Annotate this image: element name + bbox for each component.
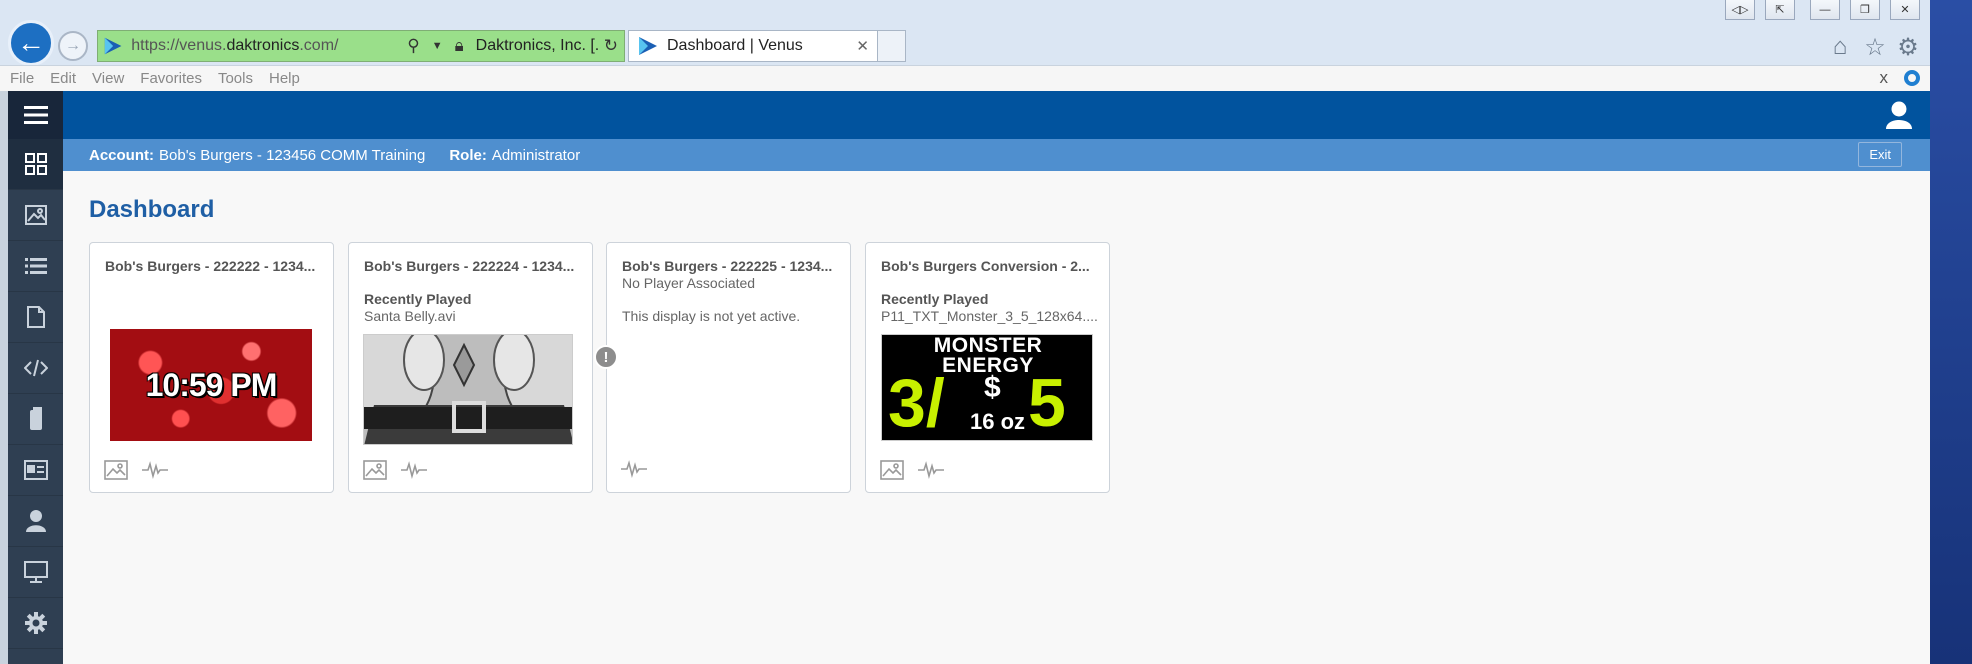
account-bar: Account: Bob's Burgers - 123456 COMM Tra… — [63, 139, 1930, 171]
forward-button[interactable]: → — [58, 31, 88, 61]
thumb-price-dollar: $ — [984, 371, 1001, 404]
display-thumbnail[interactable]: 10:59 PM — [110, 329, 312, 441]
compat-view-icon[interactable]: ◁▷ — [1725, 0, 1755, 20]
close-toolbar-icon[interactable]: x — [1880, 68, 1889, 88]
new-tab-button[interactable] — [878, 30, 906, 62]
window-edge — [0, 91, 8, 664]
recently-played-label: Recently Played — [364, 291, 472, 307]
inactive-message: This display is not yet active. — [622, 308, 801, 324]
menu-edit[interactable]: Edit — [50, 70, 76, 87]
phone-icon[interactable] — [8, 394, 63, 445]
tab-title: Dashboard | Venus — [667, 37, 803, 54]
sidebar — [8, 91, 63, 664]
card-title[interactable]: Bob's Burgers - 222222 - 1234... — [105, 258, 325, 274]
certificate-label[interactable]: Daktronics, Inc. [... — [476, 37, 598, 55]
send-icon[interactable]: ⇱ — [1765, 0, 1795, 20]
browser-window: ◁▷ ⇱ — ❐ ✕ ← → https://venus.daktronics.… — [0, 0, 1930, 664]
content-image-icon[interactable] — [880, 460, 904, 480]
home-icon[interactable]: ⌂ — [1827, 33, 1853, 60]
thumb-monster-text: MONSTER — [933, 334, 1043, 357]
site-logo-icon — [104, 37, 122, 55]
menu-tools[interactable]: Tools — [218, 70, 253, 87]
menu-help[interactable]: Help — [269, 70, 300, 87]
content-image-icon[interactable] — [363, 460, 387, 480]
thumb-price-right: 5 — [1028, 365, 1066, 441]
role-label: Role: — [449, 146, 487, 164]
lock-icon[interactable]: 🔒︎ — [455, 36, 464, 56]
display-card[interactable]: Bob's Burgers - 222224 - 1234... Recentl… — [348, 242, 593, 493]
favorites-star-icon[interactable]: ☆ — [1862, 34, 1888, 61]
code-icon[interactable] — [8, 343, 63, 394]
thumb-size-text: 16 oz — [970, 409, 1026, 434]
gear-icon[interactable] — [8, 598, 63, 649]
activity-pulse-icon[interactable] — [142, 461, 168, 479]
display-thumbnail[interactable] — [363, 334, 573, 445]
back-button[interactable]: ← — [8, 20, 54, 66]
list-icon[interactable] — [8, 241, 63, 292]
menu-icon[interactable] — [8, 91, 63, 139]
recently-played-value: P11_TXT_Monster_3_5_128x64.... — [881, 308, 1098, 324]
exit-button[interactable]: Exit — [1858, 142, 1902, 167]
recently-played-label: Recently Played — [881, 291, 989, 307]
activity-pulse-icon[interactable] — [918, 461, 944, 479]
dropdown-icon[interactable]: ▼ — [432, 40, 443, 52]
back-arrow-icon: ← — [17, 27, 45, 58]
top-nav — [63, 91, 1930, 139]
app-content: Account: Bob's Burgers - 123456 COMM Tra… — [0, 91, 1930, 664]
restore-icon[interactable]: ❐ — [1850, 0, 1880, 20]
forward-arrow-icon: → — [65, 37, 81, 54]
display-card[interactable]: Bob's Burgers - 222222 - 1234... 10:59 P… — [89, 242, 334, 493]
card-title[interactable]: Bob's Burgers Conversion - 2... — [881, 258, 1101, 274]
dashboard-icon[interactable] — [8, 139, 63, 190]
monitor-icon[interactable] — [8, 547, 63, 598]
card-title[interactable]: Bob's Burgers - 222225 - 1234... — [622, 258, 842, 274]
recently-played-value: Santa Belly.avi — [364, 308, 456, 324]
user-icon[interactable] — [8, 496, 63, 547]
activity-pulse-icon[interactable] — [621, 460, 647, 478]
close-window-icon[interactable]: ✕ — [1890, 0, 1920, 20]
account-value: Bob's Burgers - 123456 COMM Training — [159, 146, 426, 164]
tab-close-icon[interactable]: ✕ — [856, 37, 869, 55]
account-label: Account: — [89, 146, 154, 164]
minimize-icon[interactable]: — — [1810, 0, 1840, 20]
tab-dashboard[interactable]: Dashboard | Venus ✕ — [628, 30, 878, 62]
display-thumbnail[interactable]: MONSTER ENERGY 3/ $ 16 oz 5 — [881, 334, 1093, 441]
refresh-icon[interactable]: ↻ — [604, 36, 618, 56]
toolbar-ring-icon[interactable] — [1904, 70, 1920, 86]
id-card-icon[interactable] — [8, 445, 63, 496]
thumb-belly-image — [364, 335, 572, 444]
card-title[interactable]: Bob's Burgers - 222224 - 1234... — [364, 258, 584, 274]
thumb-price-left: 3/ — [888, 365, 945, 441]
thumb-clock-text: 10:59 PM — [145, 366, 278, 403]
image-icon[interactable] — [8, 190, 63, 241]
player-status: No Player Associated — [622, 275, 756, 291]
user-menu-icon[interactable] — [1886, 101, 1912, 134]
settings-gear-icon[interactable]: ⚙ — [1895, 34, 1921, 61]
display-card[interactable]: Bob's Burgers Conversion - 2... Recently… — [865, 242, 1110, 493]
role-value: Administrator — [491, 146, 581, 164]
menu-file[interactable]: File — [10, 70, 34, 87]
document-icon[interactable] — [8, 292, 63, 343]
address-bar[interactable]: https://venus.daktronics.com/ ⚲ ▼ 🔒︎ Dak… — [97, 30, 625, 62]
menu-bar: File Edit View Favorites Tools Help x — [0, 65, 1930, 91]
display-card[interactable]: Bob's Burgers - 222225 - 1234... No Play… — [606, 242, 851, 493]
activity-pulse-icon[interactable] — [401, 461, 427, 479]
url-text[interactable]: https://venus.daktronics.com/ — [131, 37, 401, 55]
menu-favorites[interactable]: Favorites — [140, 70, 202, 87]
warning-icon[interactable]: ! — [594, 345, 618, 369]
page-title: Dashboard — [89, 196, 215, 223]
desktop-background — [1930, 0, 1972, 664]
content-image-icon[interactable] — [104, 460, 128, 480]
tab-logo-icon — [639, 37, 657, 55]
menu-view[interactable]: View — [92, 70, 124, 87]
search-icon[interactable]: ⚲ — [407, 36, 419, 56]
